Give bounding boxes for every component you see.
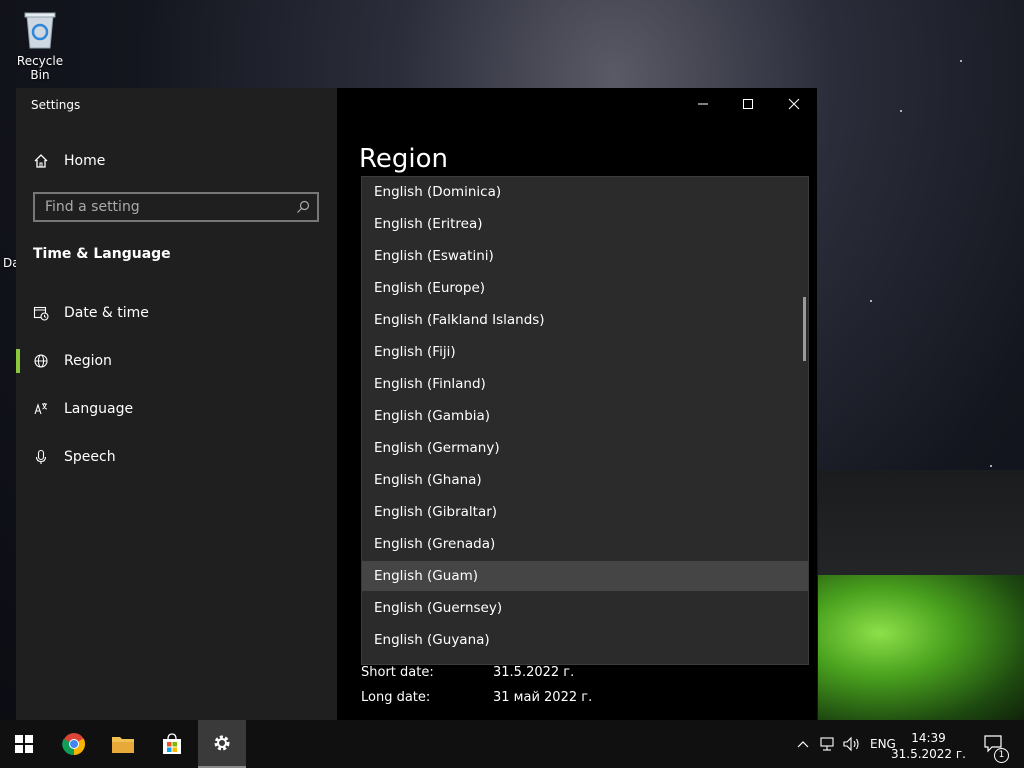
format-value: 31.5.2022 г.: [493, 665, 575, 680]
globe-icon: [34, 354, 48, 368]
format-row-short-date: Short date: 31.5.2022 г.: [361, 665, 574, 680]
minimize-icon: [698, 103, 708, 105]
taskbar: ENG 14:39 31.5.2022 г. 1: [0, 720, 1024, 768]
gear-icon: [214, 735, 230, 751]
dropdown-item[interactable]: English (Gambia): [362, 401, 808, 431]
nav-home[interactable]: Home: [33, 150, 105, 172]
nav-item-language[interactable]: Language: [33, 397, 133, 421]
search-box[interactable]: [33, 192, 319, 222]
network-icon: [820, 737, 834, 751]
show-hidden-icons-button[interactable]: [796, 720, 810, 768]
language-icon: [34, 403, 48, 415]
dropdown-item-hovered[interactable]: English (Guam): [362, 561, 808, 591]
format-key: Long date:: [361, 690, 431, 705]
nav-item-label: Speech: [64, 449, 116, 465]
home-icon: [34, 154, 48, 168]
desktop-wallpaper-tent: [818, 575, 1024, 720]
wallpaper-star: [870, 300, 872, 302]
format-row-long-date: Long date: 31 май 2022 г.: [361, 690, 592, 705]
wallpaper-star: [900, 110, 902, 112]
network-button[interactable]: [820, 720, 838, 768]
window-title: Settings: [31, 98, 81, 112]
dropdown-item[interactable]: English (Eswatini): [362, 241, 808, 271]
search-icon[interactable]: [295, 199, 311, 215]
section-title: Time & Language: [33, 246, 171, 262]
windows-logo-icon: [15, 735, 33, 753]
dropdown-item[interactable]: English (Gibraltar): [362, 497, 808, 527]
taskbar-store[interactable]: [148, 720, 196, 768]
format-key: Short date:: [361, 665, 434, 680]
taskbar-settings[interactable]: [198, 720, 246, 768]
notification-count-badge: 1: [994, 748, 1009, 763]
taskbar-file-explorer[interactable]: [99, 720, 147, 768]
nav-item-label: Region: [64, 353, 112, 369]
dropdown-item[interactable]: English (Ghana): [362, 465, 808, 495]
region-dropdown-list[interactable]: English (Dominica) English (Eritrea) Eng…: [361, 176, 809, 665]
action-center-button[interactable]: 1: [982, 720, 1009, 768]
dropdown-item[interactable]: English (Guernsey): [362, 593, 808, 623]
wallpaper-star: [990, 465, 992, 467]
speaker-icon: [843, 736, 859, 752]
dropdown-item[interactable]: English (Grenada): [362, 529, 808, 559]
dropdown-item[interactable]: English (Eritrea): [362, 209, 808, 239]
dropdown-item[interactable]: English (Finland): [362, 369, 808, 399]
clock-date: 31.5.2022 г.: [890, 747, 966, 761]
close-icon: [788, 98, 800, 110]
format-value: 31 май 2022 г.: [493, 690, 593, 705]
taskbar-clock[interactable]: 14:39 31.5.2022 г.: [891, 730, 966, 762]
recycle-bin-icon: [21, 8, 59, 50]
nav-item-label: Language: [64, 401, 134, 417]
dropdown-item[interactable]: English (Dominica): [362, 177, 808, 207]
store-icon: [163, 733, 181, 754]
nav-item-region[interactable]: Region: [16, 349, 112, 373]
nav-item-label: Date & time: [64, 305, 149, 321]
nav-item-date-time[interactable]: Date & time: [33, 301, 149, 325]
maximize-button[interactable]: [725, 88, 771, 120]
dropdown-item[interactable]: English (Guyana): [362, 625, 808, 655]
recycle-bin-label: Recycle Bin: [16, 54, 64, 82]
dropdown-item[interactable]: English (Falkland Islands): [362, 305, 808, 335]
close-button[interactable]: [771, 88, 817, 120]
maximize-icon: [743, 99, 753, 109]
microphone-icon: [35, 449, 47, 464]
page-title: Region: [359, 144, 449, 174]
dropdown-item[interactable]: English (Fiji): [362, 337, 808, 367]
search-input[interactable]: [35, 198, 295, 216]
dropdown-item[interactable]: English (Germany): [362, 433, 808, 463]
chevron-up-icon: [797, 741, 809, 748]
dropdown-scrollbar-thumb[interactable]: [803, 297, 806, 361]
nav-home-label: Home: [64, 153, 106, 169]
taskbar-chrome[interactable]: [50, 720, 98, 768]
settings-nav-pane: Settings Home Time & Language Date: [16, 88, 337, 720]
clock-time: 14:39: [911, 731, 946, 745]
chrome-icon: [62, 733, 85, 756]
folder-icon: [112, 737, 134, 753]
recycle-bin-shortcut[interactable]: Recycle Bin: [6, 8, 74, 82]
start-button[interactable]: [0, 720, 48, 768]
dropdown-item[interactable]: English (Europe): [362, 273, 808, 303]
calendar-clock-icon: [33, 306, 49, 321]
nav-item-speech[interactable]: Speech: [33, 445, 116, 469]
volume-button[interactable]: [843, 720, 861, 768]
minimize-button[interactable]: [680, 88, 726, 120]
settings-window: Settings Home Time & Language Date: [16, 88, 817, 720]
wallpaper-star: [960, 60, 962, 62]
